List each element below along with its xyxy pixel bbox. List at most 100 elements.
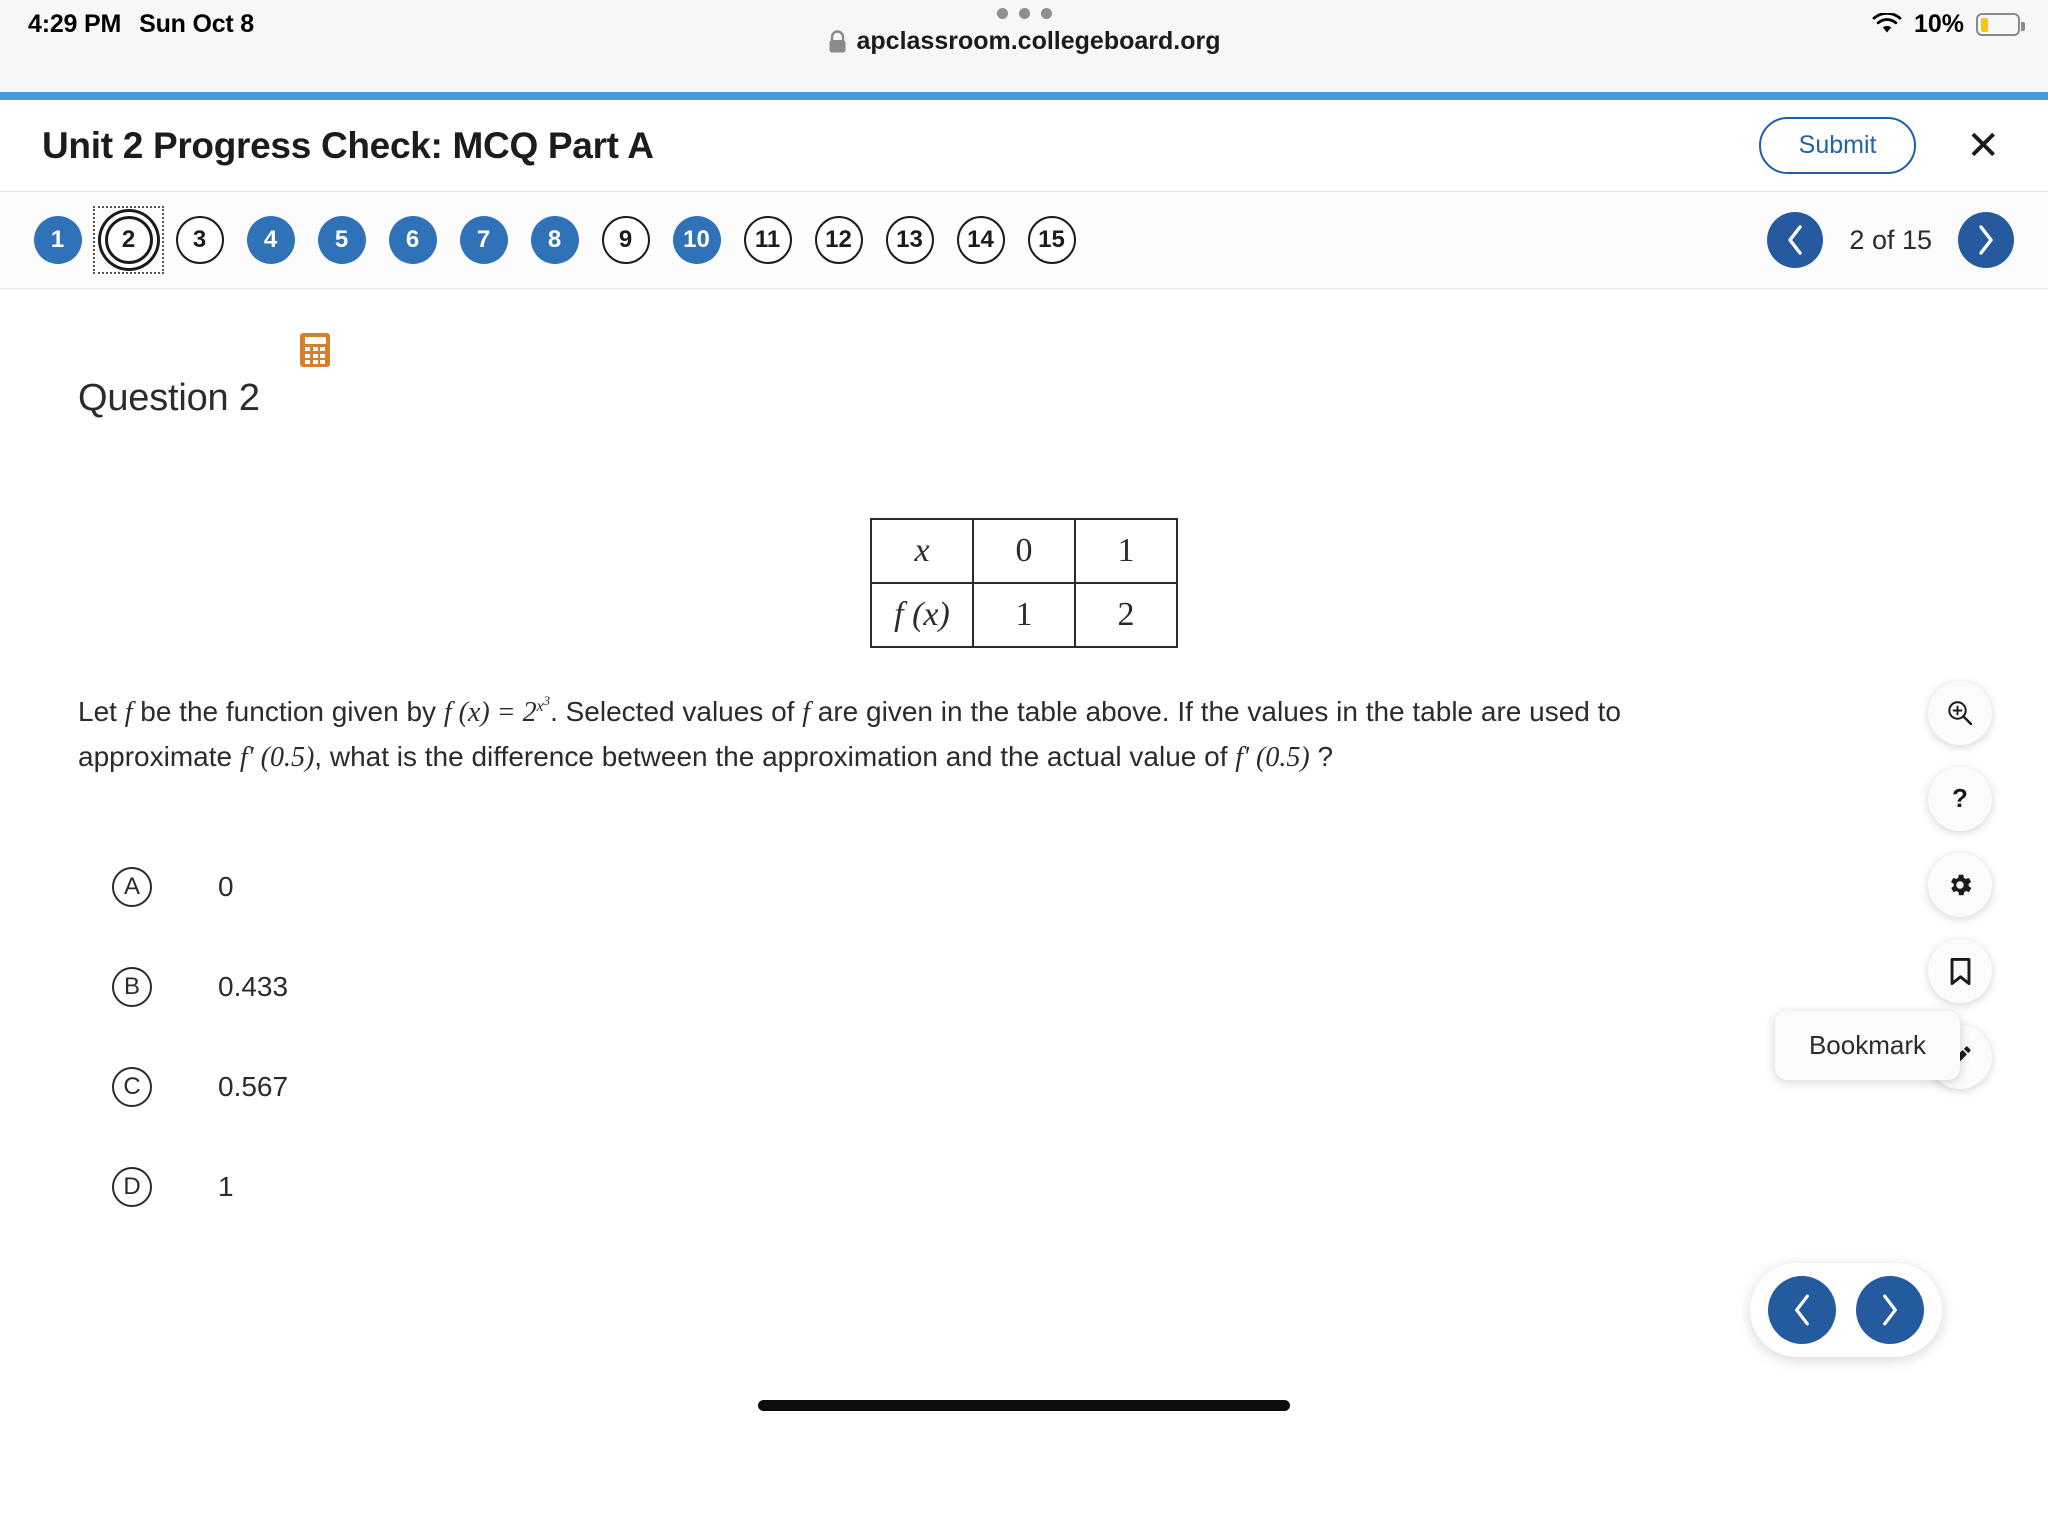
answer-choice-c[interactable]: C 0.567 xyxy=(112,1037,2048,1137)
question-nav-item-7[interactable]: 7 xyxy=(459,216,508,264)
values-table-wrapper: x 0 1 f (x) 1 2 xyxy=(0,518,2048,648)
question-nav-item-14[interactable]: 14 xyxy=(956,216,1005,264)
zoom-in-icon xyxy=(1948,701,1973,726)
choice-text-b: 0.433 xyxy=(218,971,289,1003)
table-cell-fx-label: f (x) xyxy=(870,582,974,648)
svg-text:?: ? xyxy=(1952,784,1968,813)
qnum-wrap-10: 10 xyxy=(661,206,732,274)
url-bar[interactable]: apclassroom.collegeboard.org xyxy=(828,27,1221,56)
choice-letter-d: D xyxy=(112,1167,152,1208)
qnum-wrap-15: 15 xyxy=(1016,206,1087,274)
stem-fprime-1: f' (0.5) xyxy=(239,741,315,773)
question-mark-icon: ? xyxy=(1952,784,1968,813)
question-pager: 2 of 15 xyxy=(1767,212,2014,268)
status-bar-date: Sun Oct 8 xyxy=(139,10,254,38)
stem-exponent-base: x xyxy=(536,697,544,715)
qnum-wrap-3: 3 xyxy=(164,206,235,274)
table-cell-x-label: x xyxy=(870,518,974,584)
floating-next-button[interactable] xyxy=(1856,1276,1924,1344)
previous-question-button[interactable] xyxy=(1767,212,1824,268)
qnum-wrap-6: 6 xyxy=(377,206,448,274)
stem-part-2: be the function given by xyxy=(132,696,444,727)
qnum-wrap-13: 13 xyxy=(874,206,945,274)
choice-text-c: 0.567 xyxy=(218,1071,289,1103)
question-nav-item-15[interactable]: 15 xyxy=(1027,216,1076,264)
qnum-wrap-11: 11 xyxy=(732,206,803,274)
question-nav-item-10[interactable]: 10 xyxy=(672,216,721,264)
pager-position-label: 2 of 15 xyxy=(1849,224,1932,255)
calculator-indicator xyxy=(0,333,2048,367)
stem-part-3: . Selected values of xyxy=(550,696,803,727)
qnum-wrap-12: 12 xyxy=(803,206,874,274)
question-nav-item-8[interactable]: 8 xyxy=(530,216,579,264)
bookmark-icon xyxy=(1950,957,1970,985)
chevron-left-icon xyxy=(1788,225,1803,255)
question-nav-item-6[interactable]: 6 xyxy=(388,216,437,264)
qnum-wrap-14: 14 xyxy=(945,206,1016,274)
bookmark-button[interactable] xyxy=(1928,939,1992,1003)
question-nav-item-5[interactable]: 5 xyxy=(317,216,366,264)
battery-icon xyxy=(1976,13,2025,36)
answer-choice-b[interactable]: B 0.433 xyxy=(112,937,2048,1037)
header-actions: Submit ✕ xyxy=(1758,117,2006,174)
qnum-wrap-4: 4 xyxy=(235,206,306,274)
qnum-wrap-1: 1 xyxy=(22,206,93,274)
stem-part-6: ? xyxy=(1309,740,1334,772)
tab-overview-dots-icon[interactable] xyxy=(996,8,1052,19)
wifi-icon xyxy=(1872,13,1902,33)
battery-percent-label: 10% xyxy=(1913,10,1964,38)
question-nav-item-4[interactable]: 4 xyxy=(246,216,295,264)
help-button[interactable]: ? xyxy=(1928,767,1992,831)
choice-text-d: 1 xyxy=(218,1171,234,1203)
stem-f-2: f xyxy=(802,697,810,728)
qnum-wrap-9: 9 xyxy=(590,206,661,274)
qnum-wrap-5: 5 xyxy=(306,206,377,274)
answer-choice-d[interactable]: D 1 xyxy=(112,1137,2048,1237)
gear-icon xyxy=(1951,874,1972,896)
close-icon[interactable]: ✕ xyxy=(1960,126,2006,166)
settings-button[interactable] xyxy=(1928,853,1992,917)
lock-icon xyxy=(829,29,845,52)
next-question-button[interactable] xyxy=(1958,212,2014,268)
answer-choice-a[interactable]: A 0 xyxy=(112,837,2048,937)
status-bar-time: 4:29 PM xyxy=(28,10,122,38)
floating-previous-button[interactable] xyxy=(1768,1276,1836,1344)
question-nav-item-3[interactable]: 3 xyxy=(175,216,224,264)
calculator-icon xyxy=(300,333,330,367)
answer-choice-list: A 0 B 0.433 C 0.567 D 1 xyxy=(0,837,2048,1237)
question-number-list: 1 2 3 4 5 6 7 8 9 10 11 12 13 14 15 xyxy=(22,206,1087,274)
ipad-status-bar: 4:29 PM Sun Oct 8 apclassroom.collegeboa… xyxy=(0,0,2048,92)
values-table: x 0 1 f (x) 1 2 xyxy=(870,518,1178,648)
choice-letter-c: C xyxy=(112,1067,152,1108)
status-bar-right: 10% xyxy=(1872,10,2025,39)
page-load-progress-bar xyxy=(0,92,2048,100)
qnum-wrap-7: 7 xyxy=(448,206,519,274)
question-content-area: Question 2 x 0 1 f (x) 1 2 Let f be the … xyxy=(0,289,2048,1429)
qnum-wrap-2-focused: 2 xyxy=(93,206,164,274)
question-nav-item-12[interactable]: 12 xyxy=(814,216,863,264)
table-cell-x-0: 0 xyxy=(972,518,1076,584)
choice-letter-a: A xyxy=(112,867,152,908)
question-nav-item-2[interactable]: 2 xyxy=(104,216,153,264)
table-cell-fx-0: 1 xyxy=(972,582,1076,648)
submit-button[interactable]: Submit xyxy=(1758,117,1917,174)
chevron-right-icon xyxy=(1979,225,1993,255)
question-nav-item-1[interactable]: 1 xyxy=(33,216,82,264)
question-nav-item-11[interactable]: 11 xyxy=(743,216,792,264)
qnum-wrap-8: 8 xyxy=(519,206,590,274)
zoom-in-button[interactable] xyxy=(1928,681,1992,745)
stem-function-def: f (x) = 2 xyxy=(443,697,537,728)
chevron-right-icon xyxy=(1883,1294,1897,1326)
home-indicator xyxy=(758,1400,1290,1411)
question-nav-item-9[interactable]: 9 xyxy=(601,216,650,264)
stem-part-1: Let xyxy=(78,696,125,727)
choice-text-a: 0 xyxy=(218,871,234,903)
url-text: apclassroom.collegeboard.org xyxy=(856,27,1221,55)
table-row: x 0 1 xyxy=(870,518,1178,584)
browser-url-area: apclassroom.collegeboard.org xyxy=(0,8,2048,56)
table-row: f (x) 1 2 xyxy=(870,582,1178,648)
stem-part-5: , what is the difference between the app… xyxy=(314,740,1236,772)
question-nav-strip: 1 2 3 4 5 6 7 8 9 10 11 12 13 14 15 2 of… xyxy=(0,192,2048,289)
floating-question-pager xyxy=(1750,1263,1942,1357)
question-nav-item-13[interactable]: 13 xyxy=(885,216,934,264)
